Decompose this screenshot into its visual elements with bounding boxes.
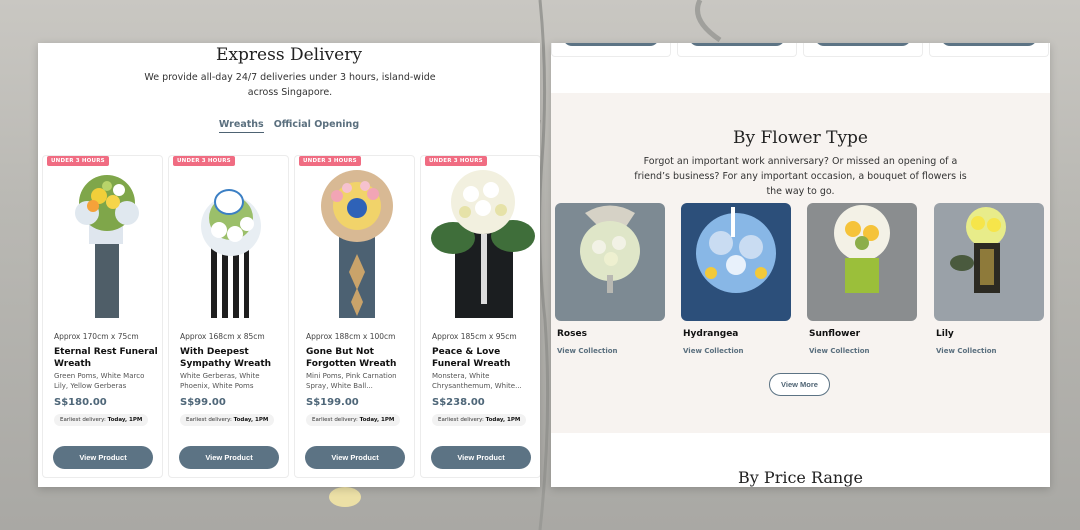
flower-type-title: By Flower Type bbox=[733, 128, 868, 148]
flower-wreath-image[interactable] bbox=[425, 168, 538, 318]
status-badge: UNDER 3 HOURS bbox=[299, 156, 361, 166]
category-tabs: Wreaths Official Opening bbox=[38, 119, 540, 133]
view-collection-link[interactable]: View Collection bbox=[557, 347, 618, 355]
view-collection-link[interactable]: View Collection bbox=[809, 347, 870, 355]
product-price: S$180.00 bbox=[54, 397, 107, 408]
flower-wreath-image[interactable] bbox=[299, 168, 412, 318]
previous-cards-strip bbox=[551, 43, 1050, 57]
product-description: Monstera, White Chrysanthemum, White... bbox=[432, 372, 522, 390]
product-card[interactable]: UNDER 3 HOURS Approx 188cm x 100cm Gone … bbox=[294, 155, 415, 478]
product-name[interactable]: Eternal Rest Funeral Wreath bbox=[54, 346, 162, 370]
tab-wreaths[interactable]: Wreaths bbox=[218, 119, 264, 133]
product-card[interactable]: UNDER 3 HOURS Approx 168cm x 85cm With D… bbox=[168, 155, 289, 478]
express-title: Express Delivery bbox=[216, 45, 362, 65]
flower-type-image[interactable] bbox=[934, 203, 1044, 321]
product-size: Approx 185cm x 95cm bbox=[432, 332, 517, 341]
status-badge: UNDER 3 HOURS bbox=[173, 156, 235, 166]
product-price: S$199.00 bbox=[306, 397, 359, 408]
view-product-button[interactable]: View Product bbox=[179, 446, 279, 469]
product-name[interactable]: With Deepest Sympathy Wreath bbox=[180, 346, 288, 370]
delivery-pill: Earliest delivery: Today, 1PM bbox=[432, 414, 527, 426]
product-size: Approx 170cm x 75cm bbox=[54, 332, 139, 341]
product-card[interactable]: UNDER 3 HOURS Approx 170cm x 75cm Eterna… bbox=[42, 155, 163, 478]
view-product-button[interactable]: View Product bbox=[305, 446, 405, 469]
product-description: Green Poms, White Marco Lily, Yellow Ger… bbox=[54, 372, 145, 390]
flower-type-description: Forgot an important work anniversary? Or… bbox=[634, 156, 967, 197]
flower-type-name[interactable]: Lily bbox=[936, 329, 954, 339]
collections-section: By Flower Type Forgot an important work … bbox=[551, 43, 1050, 487]
product-price: S$238.00 bbox=[432, 397, 485, 408]
flower-type-name[interactable]: Hydrangea bbox=[683, 329, 738, 339]
flower-type-image[interactable] bbox=[555, 203, 665, 321]
tab-official-opening[interactable]: Official Opening bbox=[274, 119, 359, 133]
flower-wreath-image[interactable] bbox=[47, 168, 160, 318]
product-card[interactable]: UNDER 3 HOURS Approx 185cm x 95cm Peace … bbox=[420, 155, 540, 478]
product-size: Approx 168cm x 85cm bbox=[180, 332, 265, 341]
express-delivery-section: Express Delivery We provide all-day 24/7… bbox=[38, 43, 540, 487]
flower-type-name[interactable]: Roses bbox=[557, 329, 587, 339]
product-name[interactable]: Peace & Love Funeral Wreath bbox=[432, 346, 540, 370]
product-description: White Gerberas, White Phoenix, White Pom… bbox=[180, 372, 260, 390]
view-more-button[interactable]: View More bbox=[769, 373, 830, 396]
view-product-button[interactable]: View Product bbox=[53, 446, 153, 469]
view-collection-link[interactable]: View Collection bbox=[936, 347, 997, 355]
product-name[interactable]: Gone But Not Forgotten Wreath bbox=[306, 346, 414, 370]
flower-type-name[interactable]: Sunflower bbox=[809, 329, 860, 339]
status-badge: UNDER 3 HOURS bbox=[425, 156, 487, 166]
flower-type-band: By Flower Type Forgot an important work … bbox=[551, 93, 1050, 433]
product-price: S$99.00 bbox=[180, 397, 226, 408]
view-collection-link[interactable]: View Collection bbox=[683, 347, 744, 355]
price-range-title: By Price Range bbox=[738, 468, 863, 487]
express-description: We provide all-day 24/7 deliveries under… bbox=[144, 72, 436, 98]
delivery-pill: Earliest delivery: Today, 1PM bbox=[180, 414, 275, 426]
product-size: Approx 188cm x 100cm bbox=[306, 332, 396, 341]
product-description: Mini Poms, Pink Carnation Spray, White B… bbox=[306, 372, 397, 390]
delivery-pill: Earliest delivery: Today, 1PM bbox=[54, 414, 149, 426]
flower-type-image[interactable] bbox=[807, 203, 917, 321]
view-product-button[interactable]: View Product bbox=[431, 446, 531, 469]
flower-type-image[interactable] bbox=[681, 203, 791, 321]
flower-wreath-image[interactable] bbox=[173, 168, 286, 318]
delivery-pill: Earliest delivery: Today, 1PM bbox=[306, 414, 401, 426]
status-badge: UNDER 3 HOURS bbox=[47, 156, 109, 166]
